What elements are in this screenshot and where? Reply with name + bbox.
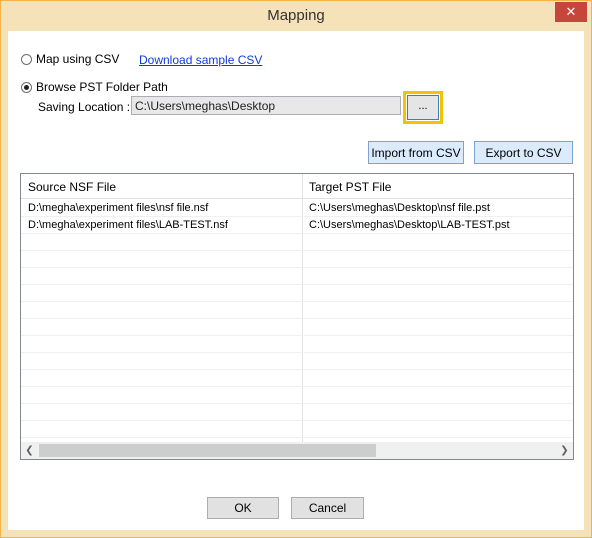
scroll-left-icon[interactable]: ❮ bbox=[21, 442, 38, 459]
mapping-grid[interactable]: Source NSF File Target PST File D:\megha… bbox=[20, 173, 574, 460]
browse-pst-label: Browse PST Folder Path bbox=[36, 80, 168, 94]
row-line bbox=[21, 403, 573, 404]
row-line bbox=[21, 386, 573, 387]
horizontal-scrollbar[interactable]: ❮ ❯ bbox=[21, 442, 573, 459]
row-line bbox=[21, 318, 573, 319]
row-line bbox=[21, 369, 573, 370]
browse-folder-button[interactable]: ... bbox=[407, 95, 439, 120]
close-icon: ✕ bbox=[565, 4, 577, 19]
saving-location-label: Saving Location : bbox=[38, 100, 131, 114]
close-button[interactable]: ✕ bbox=[555, 2, 587, 22]
row-line bbox=[21, 267, 573, 268]
row-line bbox=[21, 437, 573, 438]
column-divider bbox=[302, 174, 303, 442]
table-row-2-source[interactable]: D:\megha\experiment files\LAB-TEST.nsf bbox=[28, 219, 228, 231]
export-to-csv-button[interactable]: Export to CSV bbox=[474, 141, 573, 164]
download-sample-csv-link[interactable]: Download sample CSV bbox=[139, 53, 262, 67]
row-line bbox=[21, 335, 573, 336]
mapping-dialog: Mapping ✕ Map using CSV Download sample … bbox=[0, 0, 592, 538]
row-line bbox=[21, 250, 573, 251]
map-csv-label: Map using CSV bbox=[36, 52, 120, 66]
row-line bbox=[21, 284, 573, 285]
table-row-1-target[interactable]: C:\Users\meghas\Desktop\nsf file.pst bbox=[309, 202, 490, 214]
column-header-source[interactable]: Source NSF File bbox=[28, 180, 116, 194]
row-line bbox=[21, 233, 573, 234]
saving-location-input[interactable] bbox=[131, 96, 401, 115]
row-line bbox=[21, 352, 573, 353]
grid-header: Source NSF File Target PST File bbox=[21, 174, 573, 199]
column-header-target[interactable]: Target PST File bbox=[309, 180, 391, 194]
scroll-right-icon[interactable]: ❯ bbox=[556, 442, 573, 459]
title-bar[interactable]: Mapping ✕ bbox=[1, 1, 591, 31]
table-row-2-target[interactable]: C:\Users\meghas\Desktop\LAB-TEST.pst bbox=[309, 219, 510, 231]
browse-pst-radio[interactable] bbox=[21, 81, 32, 93]
cancel-button[interactable]: Cancel bbox=[291, 497, 364, 519]
scroll-thumb[interactable] bbox=[39, 444, 376, 457]
ok-button[interactable]: OK bbox=[207, 497, 279, 519]
browse-pst-option[interactable]: Browse PST Folder Path bbox=[21, 80, 168, 94]
row-line bbox=[21, 420, 573, 421]
table-row-1-source[interactable]: D:\megha\experiment files\nsf file.nsf bbox=[28, 202, 208, 214]
import-from-csv-button[interactable]: Import from CSV bbox=[368, 141, 464, 164]
dialog-body: Map using CSV Download sample CSV Browse… bbox=[8, 31, 584, 530]
map-csv-radio[interactable] bbox=[21, 53, 32, 65]
map-csv-option[interactable]: Map using CSV bbox=[21, 52, 119, 66]
row-line bbox=[21, 216, 573, 217]
window-title: Mapping bbox=[267, 7, 325, 24]
row-line bbox=[21, 301, 573, 302]
